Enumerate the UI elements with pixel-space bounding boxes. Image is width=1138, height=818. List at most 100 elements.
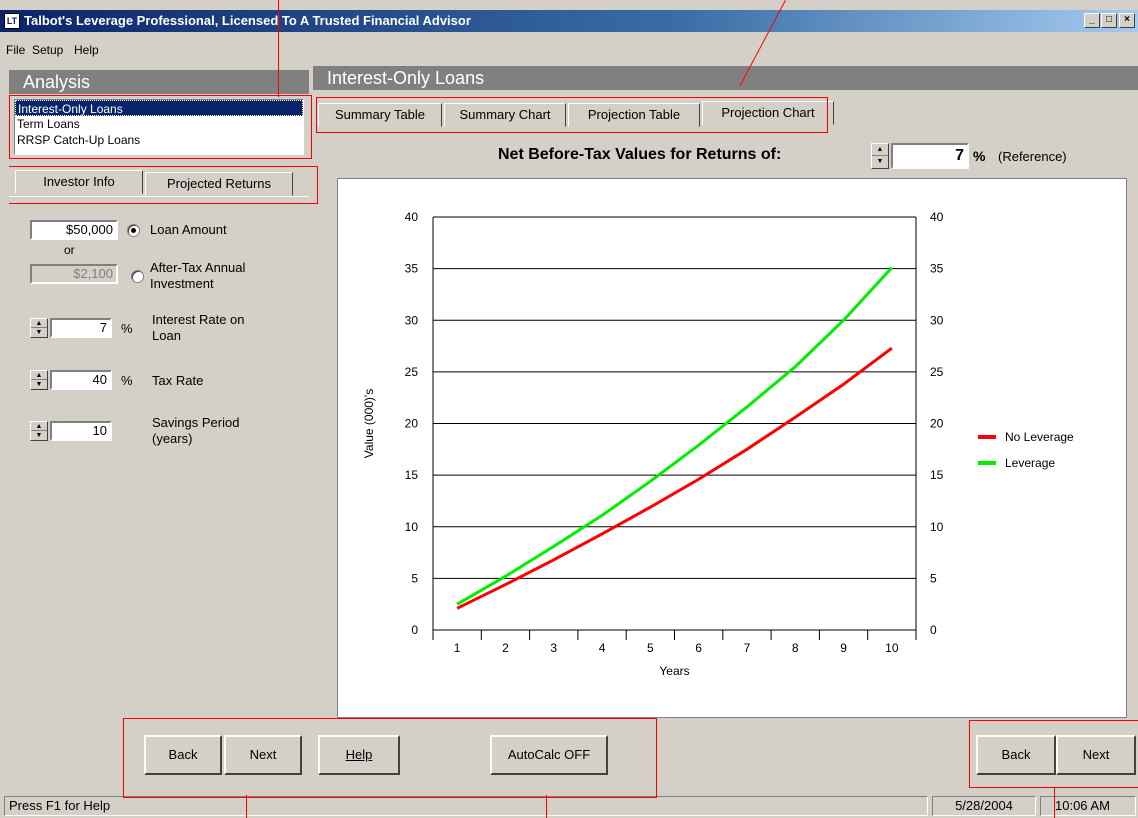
interest-rate-spinner[interactable]: ▲ ▼ [30, 318, 48, 338]
y-tick-label-right: 10 [930, 520, 944, 534]
legend-label: No Leverage [1005, 430, 1074, 444]
status-date: 5/28/2004 [932, 796, 1036, 816]
x-tick-label: 5 [647, 641, 654, 655]
y-tick-label-left: 20 [405, 417, 419, 431]
y-tick-label-right: 35 [930, 262, 944, 276]
tab-projection-table[interactable]: Projection Table [568, 103, 700, 127]
after-tax-investment-radio[interactable] [131, 270, 144, 283]
left-tab-strip: Investor Info Projected Returns [9, 170, 309, 196]
interest-rate-label-2: Loan [152, 328, 181, 343]
savings-period-label-2: (years) [152, 431, 193, 446]
y-tick-label-right: 30 [930, 313, 944, 327]
loan-amount-radio[interactable] [127, 224, 140, 237]
y-tick-label-left: 15 [405, 468, 419, 482]
main-header: Interest-Only Loans [313, 66, 1138, 90]
savings-period-spinner[interactable]: ▲ ▼ [30, 421, 48, 441]
savings-period-field[interactable]: 10 [50, 421, 112, 441]
list-item[interactable]: Term Loans [15, 116, 303, 132]
tax-rate-label: Tax Rate [152, 373, 204, 388]
interest-rate-unit: % [121, 321, 133, 336]
y-tick-label-right: 5 [930, 571, 937, 585]
y-tick-label-right: 25 [930, 365, 944, 379]
list-item[interactable]: Interest-Only Loans [15, 100, 303, 116]
y-tick-label-right: 0 [930, 623, 937, 637]
y-tick-label-right: 20 [930, 417, 944, 431]
spin-up-icon[interactable]: ▲ [31, 422, 47, 431]
y-tick-label-right: 40 [930, 210, 944, 224]
help-button[interactable]: Help [318, 735, 400, 775]
spin-down-icon[interactable]: ▼ [872, 156, 888, 168]
spin-down-icon[interactable]: ▼ [31, 328, 47, 337]
y-tick-label-left: 30 [405, 313, 419, 327]
status-bar: Press F1 for Help 5/28/2004 10:06 AM [0, 795, 1138, 817]
analysis-header: Analysis [9, 70, 309, 94]
tax-rate-unit: % [121, 373, 133, 388]
x-tick-label: 7 [744, 641, 751, 655]
menu-file[interactable]: File [6, 43, 25, 57]
left-back-button[interactable]: Back [144, 735, 222, 775]
tab-investor-info[interactable]: Investor Info [15, 170, 143, 194]
close-button[interactable]: × [1119, 13, 1135, 28]
or-label: or [64, 243, 75, 257]
left-next-button[interactable]: Next [224, 735, 302, 775]
list-item[interactable]: RRSP Catch-Up Loans [15, 132, 303, 148]
spin-up-icon[interactable]: ▲ [31, 319, 47, 328]
returns-unit: % [973, 148, 986, 164]
minimize-button[interactable]: _ [1084, 13, 1100, 28]
autocalc-button[interactable]: AutoCalc OFF [490, 735, 608, 775]
app-window: LT Talbot's Leverage Professional, Licen… [0, 0, 1138, 818]
y-tick-label-right: 15 [930, 468, 944, 482]
interest-rate-label-1: Interest Rate on [152, 312, 245, 327]
menu-help[interactable]: Help [74, 43, 99, 57]
x-tick-label: 10 [885, 641, 899, 655]
tab-projected-returns[interactable]: Projected Returns [145, 172, 293, 196]
main-back-button[interactable]: Back [976, 735, 1056, 775]
tab-summary-chart[interactable]: Summary Chart [444, 103, 566, 127]
y-tick-label-left: 0 [411, 623, 418, 637]
spin-up-icon[interactable]: ▲ [31, 371, 47, 380]
x-tick-label: 2 [502, 641, 509, 655]
status-help-text: Press F1 for Help [4, 796, 928, 816]
y-tick-label-left: 5 [411, 571, 418, 585]
series-line-no-leverage [456, 346, 893, 610]
y-tick-label-left: 40 [405, 210, 419, 224]
app-logo-icon: LT [4, 13, 20, 29]
spin-down-icon[interactable]: ▼ [31, 380, 47, 389]
after-tax-label-2: Investment [150, 276, 214, 291]
main-tab-strip: Summary Table Summary Chart Projection T… [316, 101, 1138, 129]
tax-rate-field[interactable]: 40 [50, 370, 112, 390]
interest-rate-field[interactable]: 7 [50, 318, 112, 338]
spin-down-icon[interactable]: ▼ [31, 431, 47, 440]
returns-spinner[interactable]: ▲ ▼ [871, 143, 889, 169]
x-tick-label: 4 [599, 641, 606, 655]
y-axis-title: Value (000)'s [362, 389, 376, 458]
title-bar[interactable]: LT Talbot's Leverage Professional, Licen… [0, 10, 1138, 32]
returns-field[interactable]: 7 [891, 143, 969, 169]
tab-summary-table[interactable]: Summary Table [318, 103, 442, 127]
menu-setup[interactable]: Setup [32, 43, 63, 57]
returns-label: Net Before-Tax Values for Returns of: [498, 146, 782, 163]
series-line-leverage [456, 266, 893, 606]
analysis-list[interactable]: Interest-Only Loans Term Loans RRSP Catc… [14, 99, 304, 155]
window-title: Talbot's Leverage Professional, Licensed… [24, 13, 471, 28]
y-tick-label-left: 10 [405, 520, 419, 534]
x-axis-title: Years [659, 664, 689, 678]
maximize-button[interactable]: □ [1101, 13, 1117, 28]
loan-amount-field[interactable]: $50,000 [30, 220, 118, 240]
legend-label: Leverage [1005, 456, 1055, 470]
menu-bar: File Setup Help [0, 40, 1138, 60]
tab-projection-chart[interactable]: Projection Chart [702, 101, 834, 125]
x-tick-label: 1 [454, 641, 461, 655]
returns-note: (Reference) [998, 149, 1067, 164]
x-tick-label: 6 [695, 641, 702, 655]
spin-up-icon[interactable]: ▲ [872, 144, 888, 156]
x-tick-label: 9 [840, 641, 847, 655]
chart-svg: 0 0 5 5 10 10 15 15 20 20 25 25 30 30 35 35 40 40 1 2 3 4 5 6 7 8… [362, 210, 1074, 678]
x-tick-label: 8 [792, 641, 799, 655]
y-tick-label-left: 25 [405, 365, 419, 379]
projection-chart: 0 0 5 5 10 10 15 15 20 20 25 25 30 30 35 35 40 40 1 2 3 4 5 6 7 8… [337, 178, 1127, 718]
main-next-button[interactable]: Next [1056, 735, 1136, 775]
after-tax-label-1: After-Tax Annual [150, 260, 246, 275]
tax-rate-spinner[interactable]: ▲ ▼ [30, 370, 48, 390]
after-tax-investment-field[interactable]: $2,100 [30, 264, 118, 284]
